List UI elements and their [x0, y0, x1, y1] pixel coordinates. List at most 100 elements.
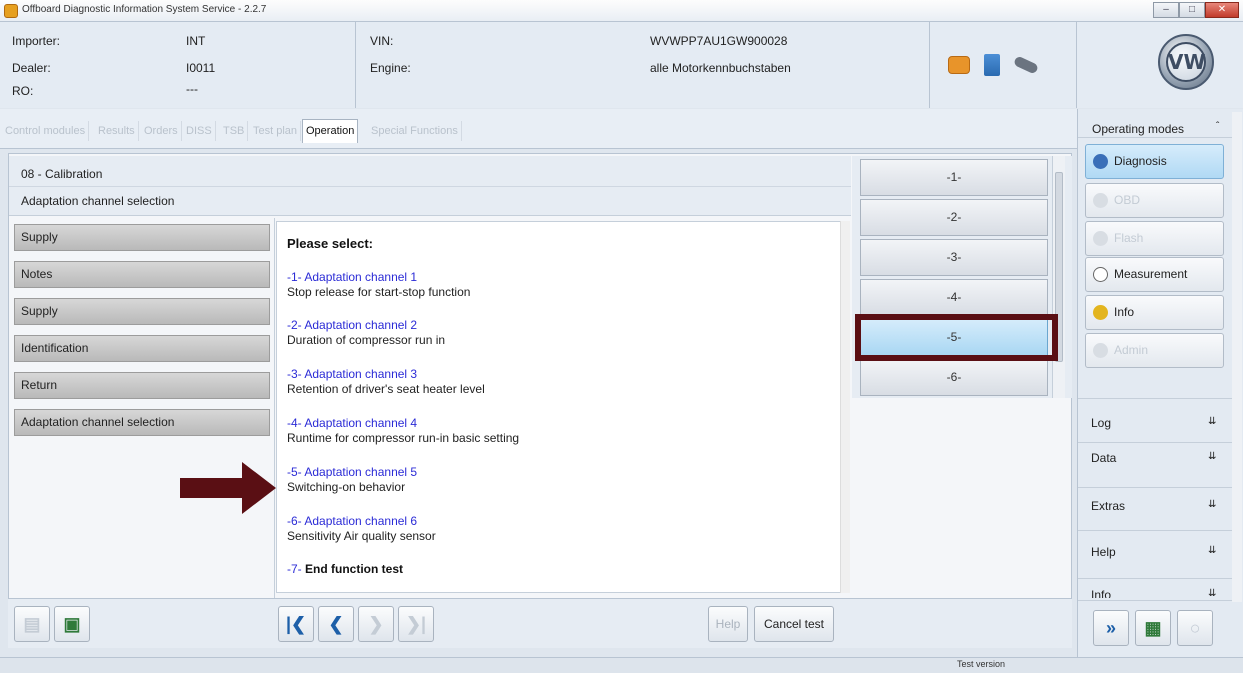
number-scrollbar[interactable] [1052, 156, 1065, 398]
first-step-icon[interactable]: |❮ [278, 606, 314, 642]
option-5-link[interactable]: -5- Adaptation channel 5 [287, 465, 417, 479]
tab-special-functions[interactable]: Special Functions [368, 121, 462, 141]
sidebar-divider [1078, 398, 1238, 399]
content-heading: Please select: [287, 236, 374, 251]
nav-return[interactable]: Return [14, 372, 270, 399]
last-step-icon[interactable]: ❯| [398, 606, 434, 642]
tab-orders[interactable]: Orders [141, 121, 182, 141]
tab-diss[interactable]: DISS [183, 121, 216, 141]
number-button-1[interactable]: -1- [860, 159, 1048, 196]
app-icon [4, 4, 18, 18]
option-7-label: End function test [305, 562, 404, 576]
admin-icon [1093, 343, 1108, 358]
next-step-icon[interactable]: ❯ [358, 606, 394, 642]
number-button-column: -1- -2- -3- -4- -5- -6- [852, 156, 1072, 398]
admin-button[interactable]: Admin [1085, 333, 1224, 368]
previous-step-icon[interactable]: ❮ [318, 606, 354, 642]
number-button-2[interactable]: -2- [860, 199, 1048, 236]
breadcrumb-step: 08 - Calibration [21, 167, 103, 181]
extras-expand-icon[interactable]: ⇊ [1208, 499, 1216, 510]
importer-label: Importer: [12, 34, 61, 48]
cable-icon[interactable] [1013, 55, 1039, 75]
diagnosis-icon [1093, 154, 1108, 169]
nav-adaptation-channel-selection[interactable]: Adaptation channel selection [14, 409, 270, 436]
gauge-icon [1093, 267, 1108, 282]
tab-operation[interactable]: Operation [302, 119, 359, 143]
document-add-icon[interactable]: ▣ [54, 606, 90, 642]
sidebar-divider [1078, 600, 1238, 601]
diagnosis-button[interactable]: Diagnosis [1085, 144, 1224, 179]
admin-label: Admin [1114, 343, 1149, 357]
minimize-button[interactable]: – [1153, 2, 1179, 18]
vw-logo: VW [1158, 34, 1214, 90]
log-expand-icon[interactable]: ⇊ [1208, 416, 1216, 427]
help-button[interactable]: Help [708, 606, 748, 642]
help-section[interactable]: Help [1091, 545, 1116, 559]
flash-icon [1093, 231, 1108, 246]
sidebar-scrollbar[interactable] [1232, 112, 1242, 602]
ro-label: RO: [12, 84, 34, 98]
bottom-toolbar: ▤ ▣ |❮ ❮ ❯ ❯| Help Cancel test [8, 598, 1072, 648]
help-expand-icon[interactable]: ⇊ [1208, 545, 1216, 556]
number-button-6[interactable]: -6- [860, 359, 1048, 396]
number-button-3[interactable]: -3- [860, 239, 1048, 276]
info-label: Info [1114, 305, 1135, 319]
option-7-number: -7- [287, 562, 302, 576]
option-4-link[interactable]: -4- Adaptation channel 4 [287, 416, 417, 430]
stop-icon[interactable]: ○ [1177, 610, 1213, 646]
grid-icon[interactable]: ▦ [1135, 610, 1171, 646]
number-button-4[interactable]: -4- [860, 279, 1048, 316]
extras-section[interactable]: Extras [1091, 499, 1125, 513]
sidebar-divider [1078, 487, 1238, 488]
vehicle-icon-row [948, 54, 1039, 76]
procedure-nav: Supply Notes Supply Identification Retur… [9, 218, 275, 598]
tab-control-modules[interactable]: Control modules [2, 121, 90, 141]
nav-identification[interactable]: Identification [14, 335, 270, 362]
selection-content: Please select: -1- Adaptation channel 1 … [276, 221, 850, 593]
vw-logo-letters: VW [1166, 42, 1206, 82]
option-3-link[interactable]: -3- Adaptation channel 3 [287, 367, 417, 381]
vin-label: VIN: [370, 34, 394, 48]
tab-results[interactable]: Results [95, 121, 139, 141]
data-expand-icon[interactable]: ⇊ [1208, 451, 1216, 462]
sidebar-divider [1078, 530, 1238, 531]
tab-test-plan[interactable]: Test plan [250, 121, 302, 141]
breadcrumb-divider [9, 186, 851, 187]
data-section[interactable]: Data [1091, 451, 1116, 465]
log-section[interactable]: Log [1091, 416, 1111, 430]
info-button[interactable]: Info [1085, 295, 1224, 330]
option-end[interactable]: -7- End function test [287, 562, 403, 576]
operating-modes-header[interactable]: Operating modes [1092, 122, 1184, 136]
breadcrumb-subtitle: Adaptation channel selection [21, 194, 175, 208]
maximize-button[interactable]: □ [1179, 2, 1205, 18]
info-section[interactable]: Info [1091, 588, 1111, 598]
breadcrumb: 08 - Calibration Adaptation channel sele… [9, 156, 851, 216]
flash-label: Flash [1114, 231, 1144, 245]
option-6-link[interactable]: -6- Adaptation channel 6 [287, 514, 417, 528]
cancel-test-button[interactable]: Cancel test [754, 606, 834, 642]
obd-label: OBD [1114, 193, 1141, 207]
document-icon[interactable]: ▤ [14, 606, 50, 642]
measurement-button[interactable]: Measurement [1085, 257, 1224, 292]
nav-supply-2[interactable]: Supply [14, 298, 270, 325]
vehicle-info: VIN: WVWPP7AU1GW900028 Engine: alle Moto… [356, 22, 930, 108]
forward-icon[interactable]: » [1093, 610, 1129, 646]
dealer-info: Importer: INT Dealer: I0011 RO: --- [0, 22, 356, 108]
content-scrollbar[interactable] [840, 221, 850, 593]
importer-value: INT [186, 34, 206, 48]
obd-icon [1093, 193, 1108, 208]
nav-supply[interactable]: Supply [14, 224, 270, 251]
info-expand-icon[interactable]: ⇊ [1208, 588, 1216, 599]
close-button[interactable]: ✕ [1205, 2, 1239, 18]
window-title: Offboard Diagnostic Information System S… [22, 4, 267, 15]
collapse-icon[interactable]: ˆ [1216, 121, 1219, 132]
car-icon[interactable] [948, 56, 970, 74]
sidebar-divider [1078, 578, 1238, 579]
tab-tsb[interactable]: TSB [220, 121, 249, 141]
network-icon[interactable] [984, 54, 1000, 76]
obd-button[interactable]: OBD [1085, 183, 1224, 218]
option-1-link[interactable]: -1- Adaptation channel 1 [287, 270, 417, 284]
flash-button[interactable]: Flash [1085, 221, 1224, 256]
option-2-link[interactable]: -2- Adaptation channel 2 [287, 318, 417, 332]
nav-notes[interactable]: Notes [14, 261, 270, 288]
